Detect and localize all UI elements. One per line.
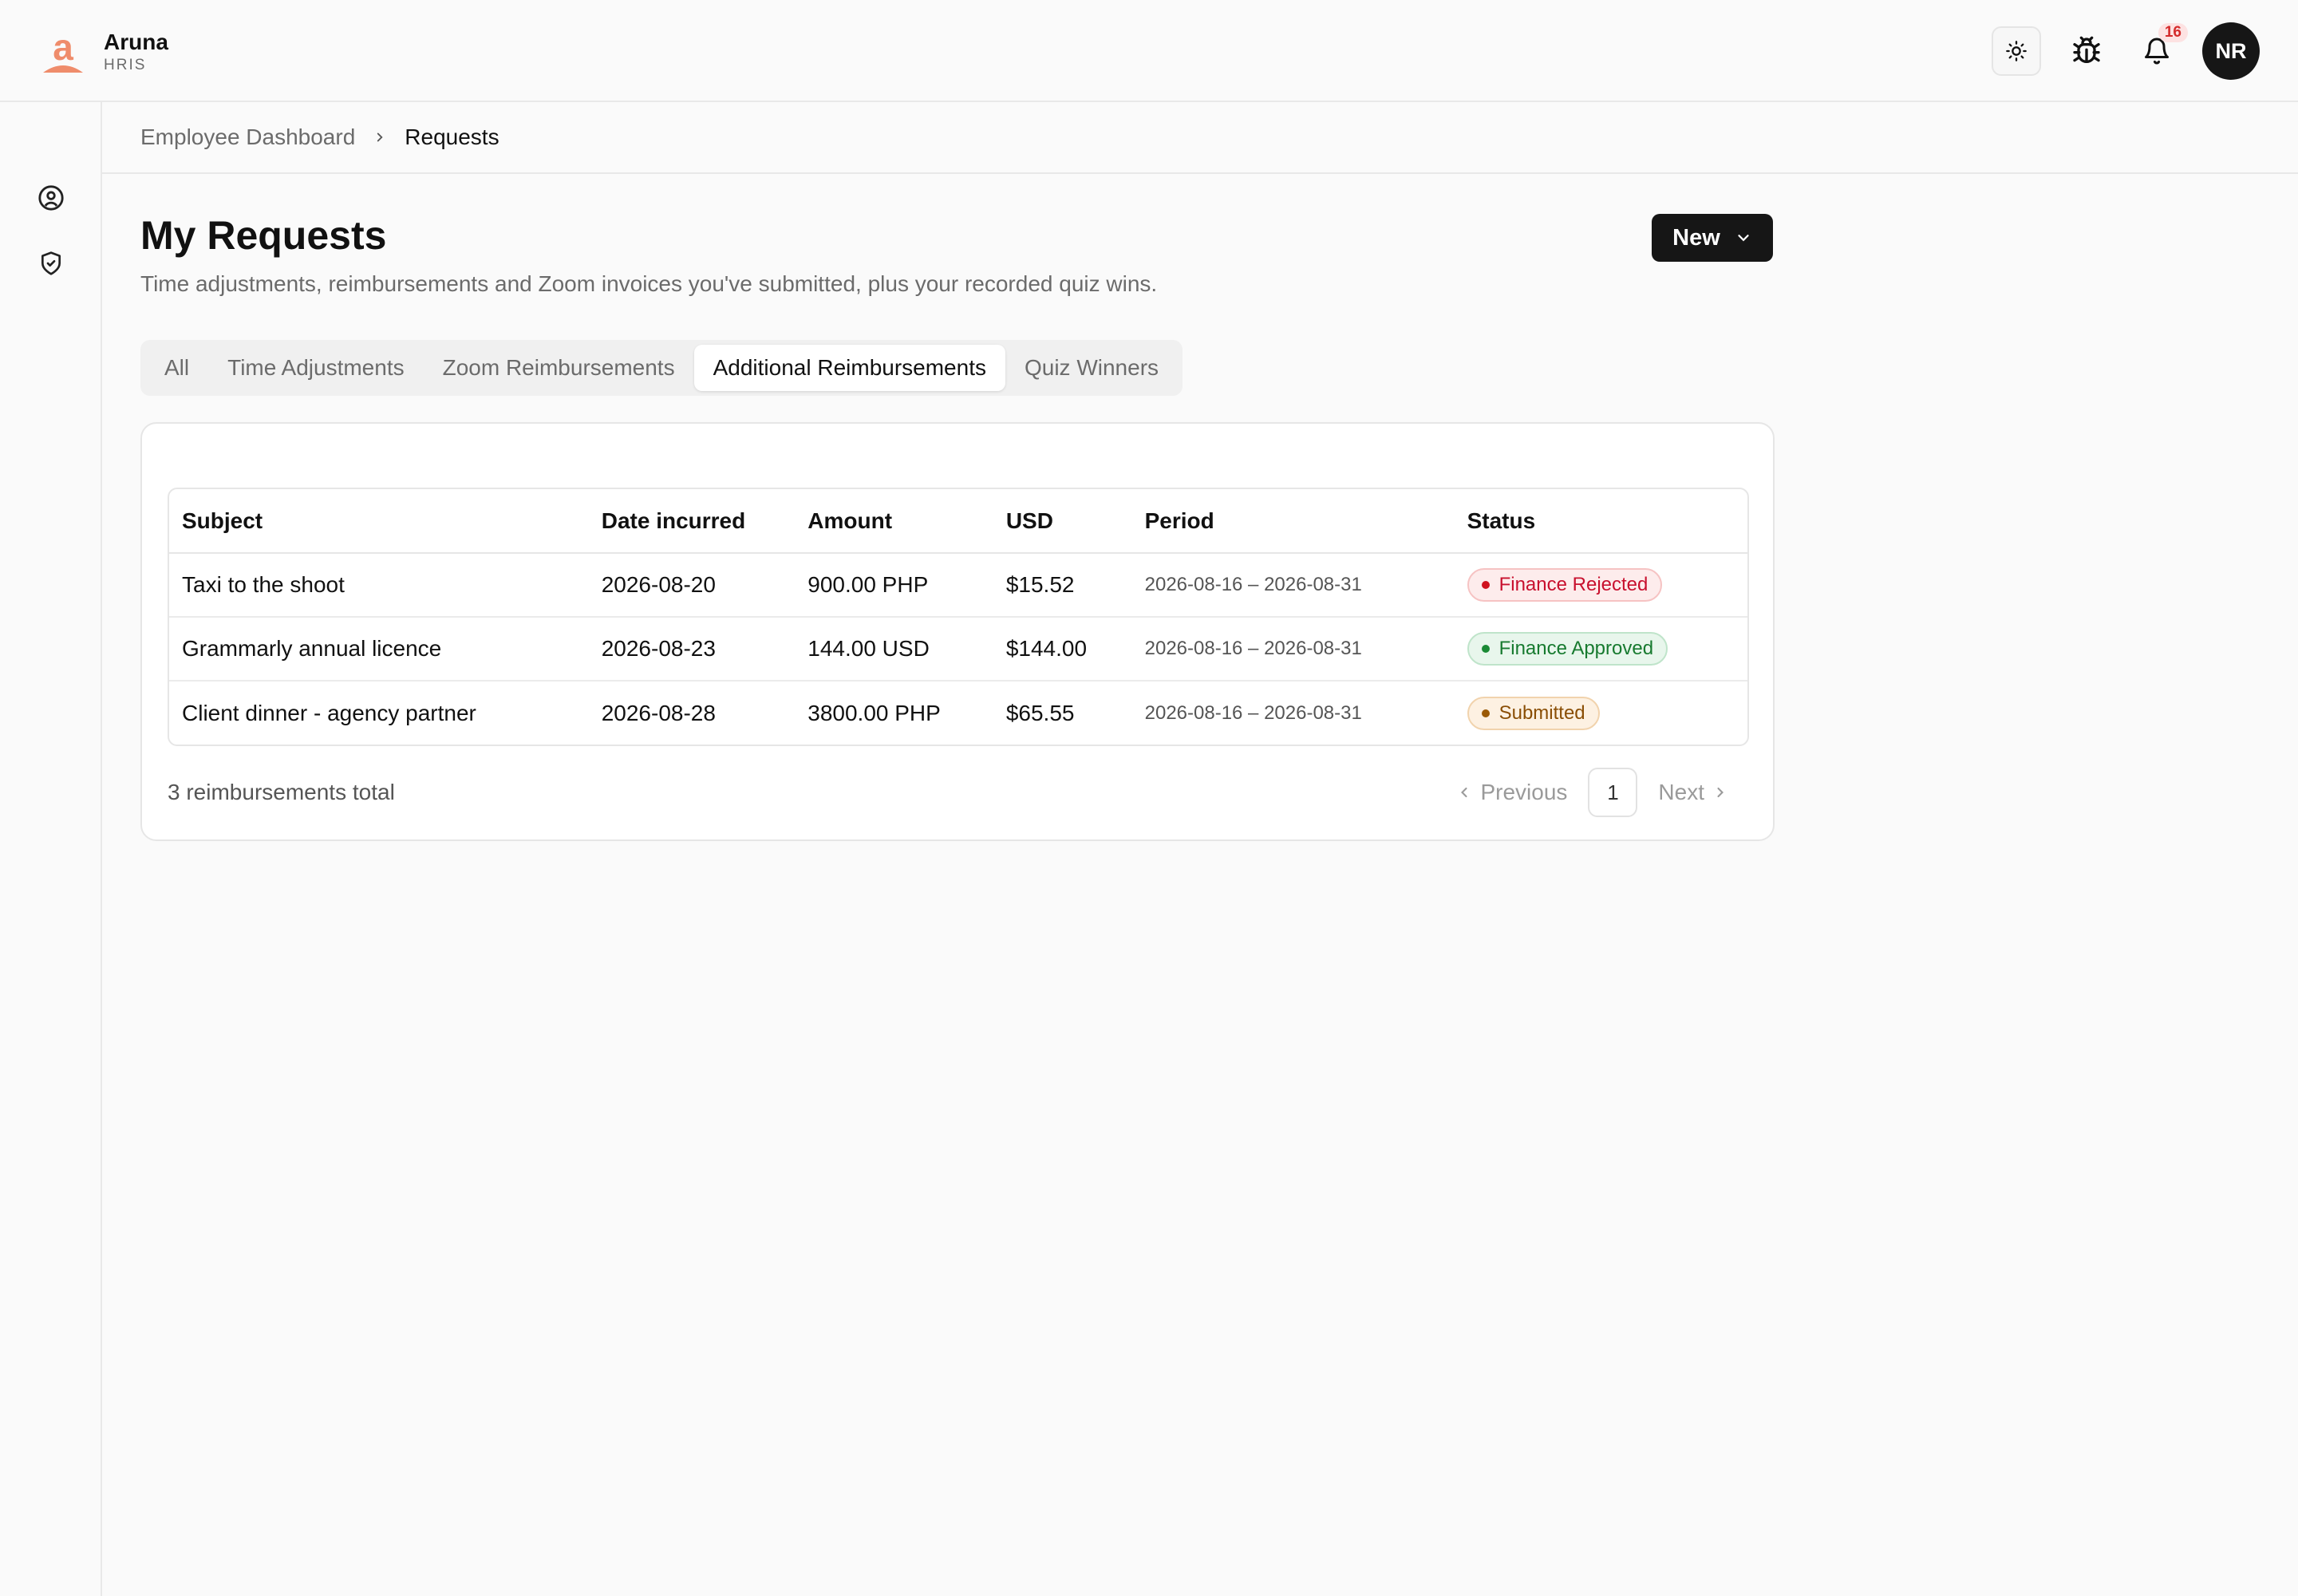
table-row[interactable]: Grammarly annual licence 2026-08-23 144.…	[169, 617, 1747, 681]
previous-label: Previous	[1480, 780, 1568, 804]
page-title: My Requests	[140, 213, 387, 258]
tab-zoom-reimbursements[interactable]: Zoom Reimbursements	[424, 345, 694, 391]
status-label: Finance Approved	[1498, 638, 1654, 659]
user-avatar[interactable]: NR	[2202, 22, 2260, 80]
table-header-row: Subject Date incurred Amount USD Period …	[169, 489, 1747, 554]
breadcrumb-current: Requests	[405, 124, 499, 149]
chevron-right-icon	[373, 130, 387, 144]
brand-name: Aruna	[104, 30, 168, 54]
cell-subject: Client dinner - agency partner	[182, 700, 476, 725]
reimbursements-card: Subject Date incurred Amount USD Period …	[140, 422, 1775, 841]
notifications-button[interactable]: 16	[2132, 23, 2188, 76]
status-dot	[1481, 645, 1490, 653]
cell-usd: $15.52	[993, 553, 1132, 618]
notification-count-badge: 16	[2158, 23, 2188, 42]
cell-date: 2026-08-23	[588, 617, 796, 681]
request-tabs: All Time Adjustments Zoom Reimbursements…	[140, 340, 1183, 396]
column-header-status[interactable]: Status	[1454, 489, 1747, 554]
svg-text:a: a	[53, 30, 73, 68]
column-header-date-incurred[interactable]: Date incurred	[588, 489, 796, 554]
column-header-usd[interactable]: USD	[993, 489, 1132, 554]
page-number-button[interactable]: 1	[1588, 768, 1638, 817]
page-description: Time adjustments, reimbursements and Zoo…	[140, 271, 1158, 296]
new-request-button[interactable]: New	[1652, 214, 1773, 262]
sidebar-item-security[interactable]	[35, 247, 67, 279]
chevron-left-icon	[1461, 787, 1468, 798]
column-header-amount[interactable]: Amount	[795, 489, 993, 554]
cell-date: 2026-08-20	[588, 553, 796, 618]
breadcrumb-employee-dashboard[interactable]: Employee Dashboard	[140, 124, 355, 150]
sidebar	[0, 102, 102, 1596]
sidebar-item-profile[interactable]	[35, 182, 67, 214]
cell-status: Finance Approved	[1454, 617, 1747, 681]
status-label: Submitted	[1498, 701, 1585, 724]
report-bug-button[interactable]	[2062, 26, 2111, 76]
user-circle-icon	[38, 185, 64, 211]
next-page-button[interactable]: Next	[1645, 780, 1749, 805]
cell-status: Submitted	[1455, 681, 1747, 745]
shield-check-icon	[41, 251, 61, 275]
tab-all[interactable]: All	[145, 345, 208, 391]
chevron-right-icon	[1717, 787, 1724, 798]
tab-time-adjustments[interactable]: Time Adjustments	[208, 345, 423, 391]
cell-date: 2026-08-28	[601, 700, 716, 725]
status-badge: Finance Approved	[1467, 632, 1668, 666]
table-row[interactable]: Client dinner - agency partner 2026-08-2…	[169, 681, 1747, 745]
column-header-subject[interactable]: Subject	[169, 489, 589, 554]
cell-status: Finance Rejected	[1454, 553, 1747, 618]
table-footer: 3 reimbursements total Previous 1 Next	[168, 767, 1749, 818]
table-row[interactable]: Taxi to the shoot 2026-08-20 900.00 PHP …	[169, 553, 1747, 618]
status-badge: Submitted	[1467, 696, 1600, 730]
status-dot	[1481, 709, 1490, 717]
cell-amount: 3800.00 PHP	[807, 700, 941, 725]
next-label: Next	[1658, 780, 1704, 804]
cell-amount: 900.00 PHP	[795, 553, 993, 618]
bug-icon	[2073, 36, 2100, 64]
breadcrumb: Employee Dashboard Requests	[102, 102, 2298, 174]
chevron-down-icon	[1738, 235, 1749, 242]
status-label: Finance Rejected	[1498, 574, 1648, 595]
brand[interactable]: a Aruna HRIS	[40, 29, 168, 75]
sun-icon	[2006, 41, 2027, 61]
cell-period: 2026-08-16 – 2026-08-31	[1131, 553, 1455, 618]
total-count: 3 reimbursements total	[168, 780, 395, 804]
previous-page-button[interactable]: Previous	[1435, 780, 1580, 805]
theme-toggle-button[interactable]	[1992, 26, 2041, 76]
aruna-logo: a	[43, 30, 83, 73]
cell-subject: Taxi to the shoot	[169, 553, 589, 618]
cell-usd: $144.00	[993, 617, 1132, 681]
cell-subject: Grammarly annual licence	[169, 617, 589, 681]
reimbursements-table: Subject Date incurred Amount USD Period …	[168, 488, 1749, 746]
cell-period: 2026-08-16 – 2026-08-31	[1131, 617, 1455, 681]
cell-usd: $65.55	[1005, 700, 1075, 725]
cell-amount: 144.00 USD	[795, 617, 993, 681]
new-button-label: New	[1672, 224, 1720, 251]
top-header: a Aruna HRIS 16 NR	[0, 0, 2298, 102]
status-dot	[1481, 581, 1490, 589]
column-header-period[interactable]: Period	[1131, 489, 1455, 554]
tab-additional-reimbursements[interactable]: Additional Reimbursements	[693, 345, 1005, 391]
tab-quiz-winners[interactable]: Quiz Winners	[1005, 345, 1178, 391]
brand-subtitle: HRIS	[104, 57, 147, 73]
status-badge: Finance Rejected	[1467, 568, 1663, 602]
cell-period: 2026-08-16 – 2026-08-31	[1144, 701, 1362, 724]
pagination: Previous 1 Next	[1435, 768, 1749, 817]
